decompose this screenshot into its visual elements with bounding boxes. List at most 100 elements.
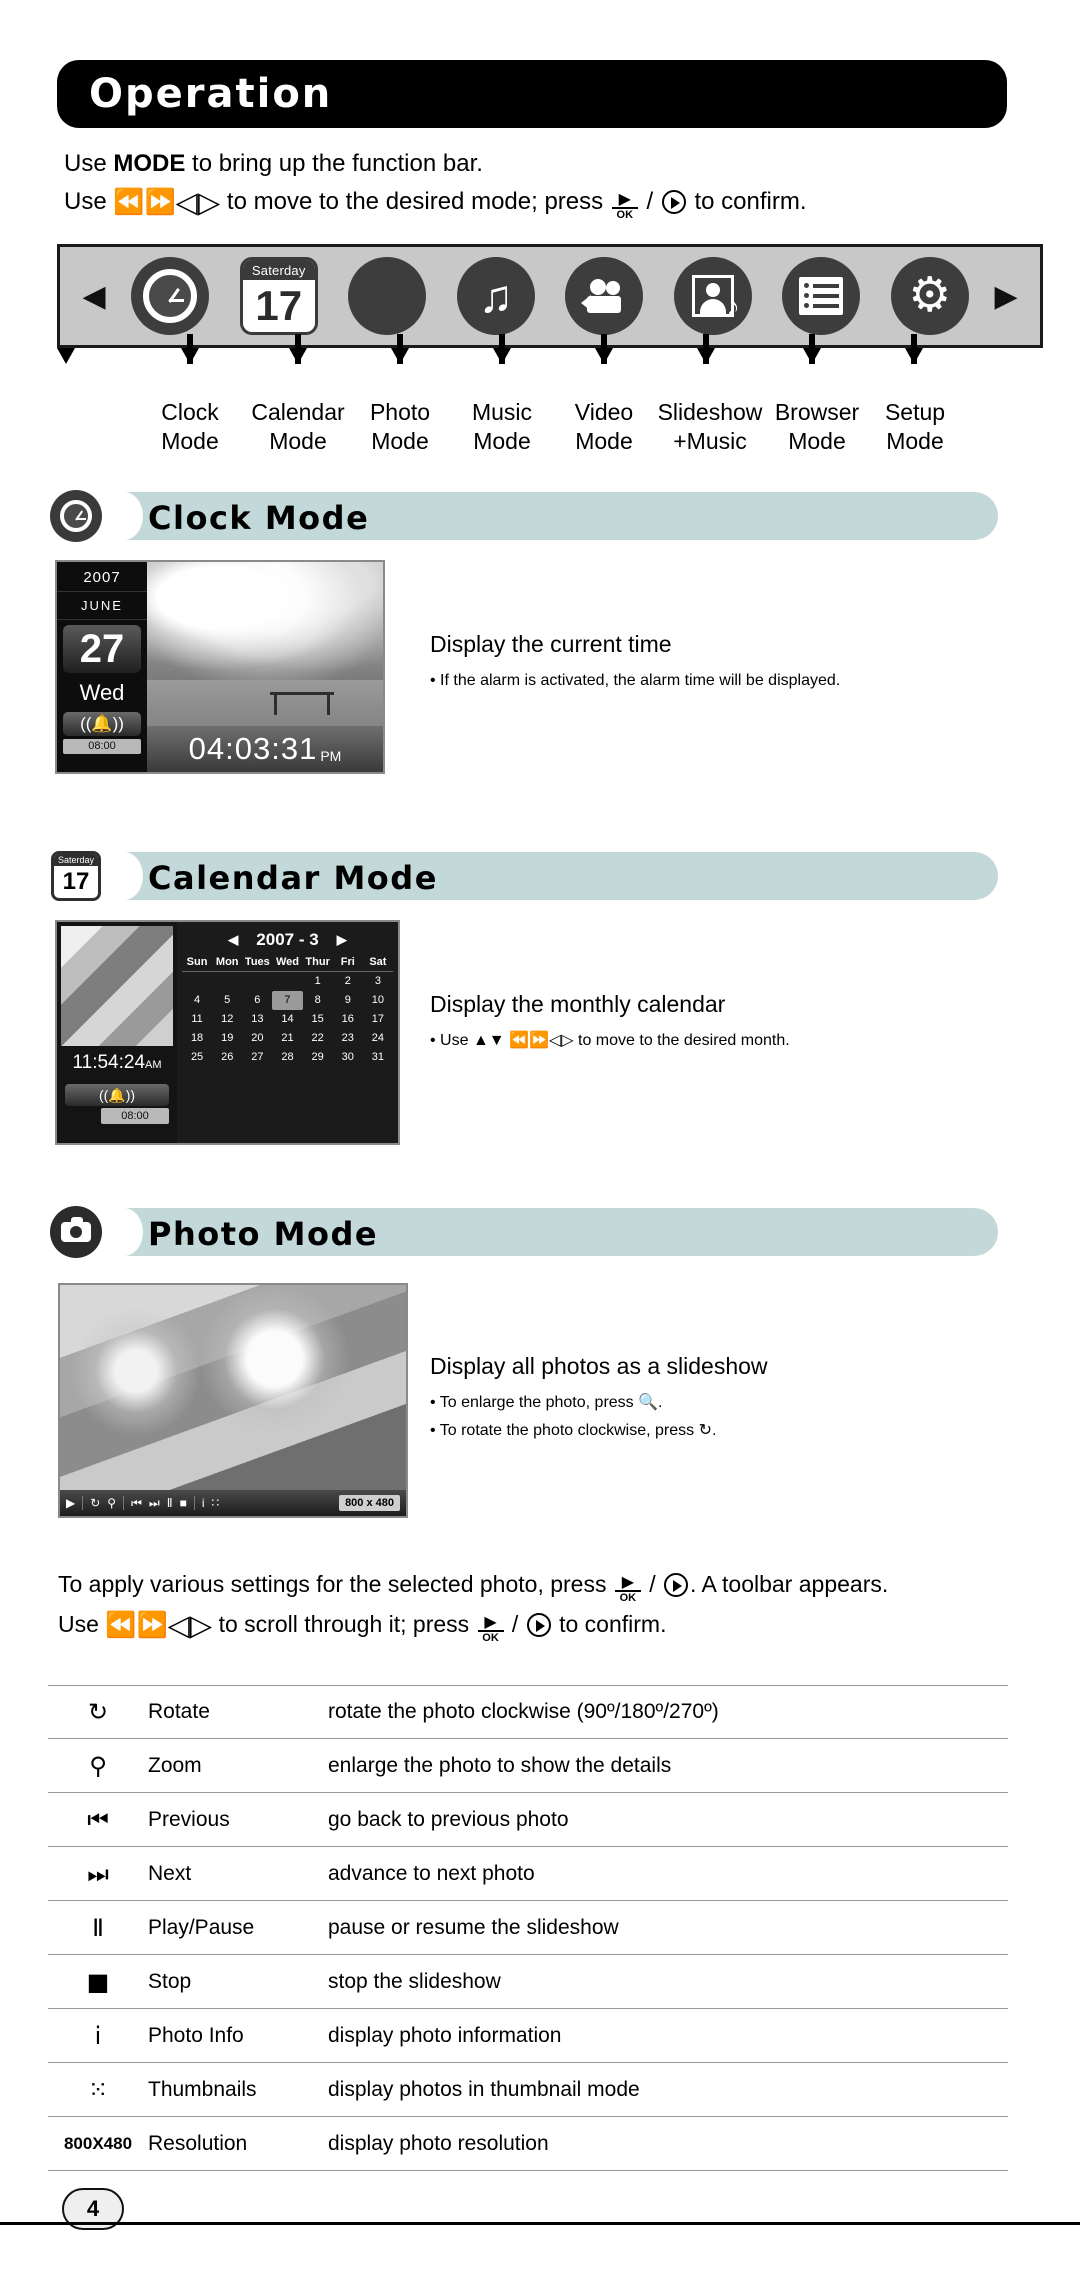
rotate-glyph-icon: ↻ <box>698 1422 712 1439</box>
calendar-day-1[interactable]: 1 <box>303 972 333 991</box>
calendar-day-15[interactable]: 15 <box>303 1010 333 1029</box>
calendar-day-13[interactable]: 13 <box>242 1010 272 1029</box>
toolbar-stop-icon[interactable]: ■ <box>180 1496 187 1510</box>
mode-label-browser: Browser Mode <box>775 398 859 456</box>
calendar-day-12[interactable]: 12 <box>212 1010 242 1029</box>
up-arrow-icon: ▲ <box>472 1032 489 1049</box>
funcbar-browser-icon[interactable] <box>782 257 861 335</box>
mode-label-video-line2: Mode <box>575 428 633 454</box>
calendar-day-6[interactable]: 6 <box>242 991 272 1010</box>
funcbar-calendar-icon[interactable]: Saterday 17 <box>239 257 318 335</box>
calendar-day-18[interactable]: 18 <box>182 1029 212 1048</box>
calendar-day-27[interactable]: 27 <box>242 1048 272 1067</box>
prev-track-icon: ⏪ <box>113 187 145 216</box>
clock-desc-bullet: • If the alarm is activated, the alarm t… <box>430 672 841 689</box>
calendar-day-17[interactable]: 17 <box>363 1010 393 1029</box>
calendar-day-4[interactable]: 4 <box>182 991 212 1010</box>
table-row: ↻ Rotate rotate the photo clockwise (90º/1… <box>48 1685 1008 1739</box>
table-row-description: advance to next photo <box>328 1861 535 1885</box>
mode-label-setup-line2: Mode <box>886 428 944 454</box>
table-row: ■ Stop stop the slideshow <box>48 1955 1008 2009</box>
mode-label-calendar-line2: Mode <box>269 428 327 454</box>
calendar-day-9[interactable]: 9 <box>333 991 363 1010</box>
arrow-slideshow <box>697 334 715 364</box>
funcbar-photo-icon[interactable] <box>348 257 427 335</box>
calendar-day-21[interactable]: 21 <box>272 1029 302 1048</box>
toolbar-next-icon[interactable]: ⏭ <box>149 1496 160 1511</box>
calendar-day-16[interactable]: 16 <box>333 1010 363 1029</box>
funcbar-next-arrow[interactable]: ▶ <box>984 279 1028 314</box>
calendar-day-23[interactable]: 23 <box>333 1029 363 1048</box>
funcbar-prev-arrow[interactable]: ◀ <box>72 279 116 314</box>
page-title-banner: Operation <box>57 60 1007 128</box>
photo-desc-bullet-2: • To rotate the photo clockwise, press ↻… <box>430 1418 1010 1444</box>
photo-desc-title: Display all photos as a slideshow <box>430 1353 768 1379</box>
section-title-calendar: Calendar Mode <box>148 859 438 897</box>
clock-screen-month: JUNE <box>57 592 147 620</box>
toolbar-rotate-icon[interactable]: ↻ <box>90 1496 100 1510</box>
calendar-day-2[interactable]: 2 <box>333 972 363 991</box>
calendar-day-10[interactable]: 10 <box>363 991 393 1010</box>
photo-bullet2-post: . <box>711 1422 717 1439</box>
toolbar-previous-icon[interactable]: ⏮ <box>131 1496 142 1511</box>
zoom-glyph-icon: 🔍 <box>638 1394 659 1411</box>
toolbar-info-icon[interactable]: i <box>202 1496 205 1510</box>
calendar-day-8[interactable]: 8 <box>303 991 333 1010</box>
mode-label-slideshow-line1: Slideshow <box>657 399 763 425</box>
funcbar-clock-icon[interactable] <box>131 257 210 335</box>
paragraph-line2-pre: Use <box>58 1611 106 1637</box>
calendar-day-22[interactable]: 22 <box>303 1029 333 1048</box>
calendar-day-11[interactable]: 11 <box>182 1010 212 1029</box>
calendar-day-31[interactable]: 31 <box>363 1048 393 1067</box>
calendar-day-28[interactable]: 28 <box>272 1048 302 1067</box>
mode-label-slideshow-line2: +Music <box>673 428 747 454</box>
mode-label-music-line1: Music <box>471 399 533 425</box>
table-row-description: display photo resolution <box>328 2131 549 2155</box>
funcbar-music-icon[interactable]: ♫ <box>456 257 535 335</box>
mode-keyword: MODE <box>113 150 186 177</box>
funcbar-slideshow-music-icon[interactable]: ♪ <box>673 257 752 335</box>
clock-screen-day: 27 <box>63 625 141 673</box>
toolbar-play-icon[interactable]: ▶ <box>66 1496 75 1510</box>
calendar-day-7[interactable]: 7 <box>272 991 303 1010</box>
next-track-icon-3: ⏩ <box>136 1610 168 1639</box>
play-button-icon <box>661 190 686 214</box>
photo-toolbar: ▶ ↻ ⚲ ⏮ ⏭ Ⅱ ■ i ∷ 800 x 480 <box>60 1490 406 1516</box>
next-icon: ⏭ <box>87 1859 109 1888</box>
calendar-prev-month[interactable]: ◀ <box>228 932 238 948</box>
calendar-day-29[interactable]: 29 <box>303 1048 333 1067</box>
table-row-name: Thumbnails <box>148 2077 257 2101</box>
calendar-day-3[interactable]: 3 <box>363 972 393 991</box>
clock-screen-time: 04:03:31 <box>188 731 318 766</box>
table-row-name: Previous <box>148 1807 230 1831</box>
calendar-day-5[interactable]: 5 <box>212 991 242 1010</box>
table-row: ⁙ Thumbnails display photos in thumbnail m… <box>48 2063 1008 2117</box>
prev-track-icon-3: ⏪ <box>105 1610 137 1639</box>
arrow-photo <box>391 334 409 364</box>
toolbar-pause-icon[interactable]: Ⅱ <box>167 1496 173 1510</box>
section-title-clock: Clock Mode <box>148 499 370 537</box>
toolbar-zoom-icon[interactable]: ⚲ <box>107 1496 116 1510</box>
funcbar-video-icon[interactable] <box>565 257 644 335</box>
calendar-day-30[interactable]: 30 <box>333 1048 363 1067</box>
right-triangle-icon-3: ▷ <box>189 1608 213 1642</box>
calendar-day-25[interactable]: 25 <box>182 1048 212 1067</box>
calendar-day-24[interactable]: 24 <box>363 1029 393 1048</box>
calendar-day-26[interactable]: 26 <box>212 1048 242 1067</box>
toolbar-paragraph-line-1: To apply various settings for the select… <box>58 1571 889 1604</box>
calendar-day-empty <box>212 972 242 991</box>
calendar-day-20[interactable]: 20 <box>242 1029 272 1048</box>
footer-divider <box>0 2222 1080 2225</box>
mode-label-music-line2: Mode <box>473 428 531 454</box>
toolbar-thumbnails-icon[interactable]: ∷ <box>212 1496 220 1510</box>
resolution-icon: 800X480 <box>63 2133 133 2153</box>
toolbar-resolution-label: 800 x 480 <box>339 1495 400 1511</box>
play-button-icon-2 <box>664 1573 689 1597</box>
calendar-day-14[interactable]: 14 <box>272 1010 302 1029</box>
calendar-next-month[interactable]: ▶ <box>337 932 347 948</box>
funcbar-setup-icon[interactable]: ⚙ <box>890 257 969 335</box>
slideshow-music-note-glyph: ♪ <box>726 291 740 321</box>
calendar-day-19[interactable]: 19 <box>212 1029 242 1048</box>
next-track-icon: ⏩ <box>144 187 176 216</box>
section-title-photo: Photo Mode <box>148 1215 379 1253</box>
